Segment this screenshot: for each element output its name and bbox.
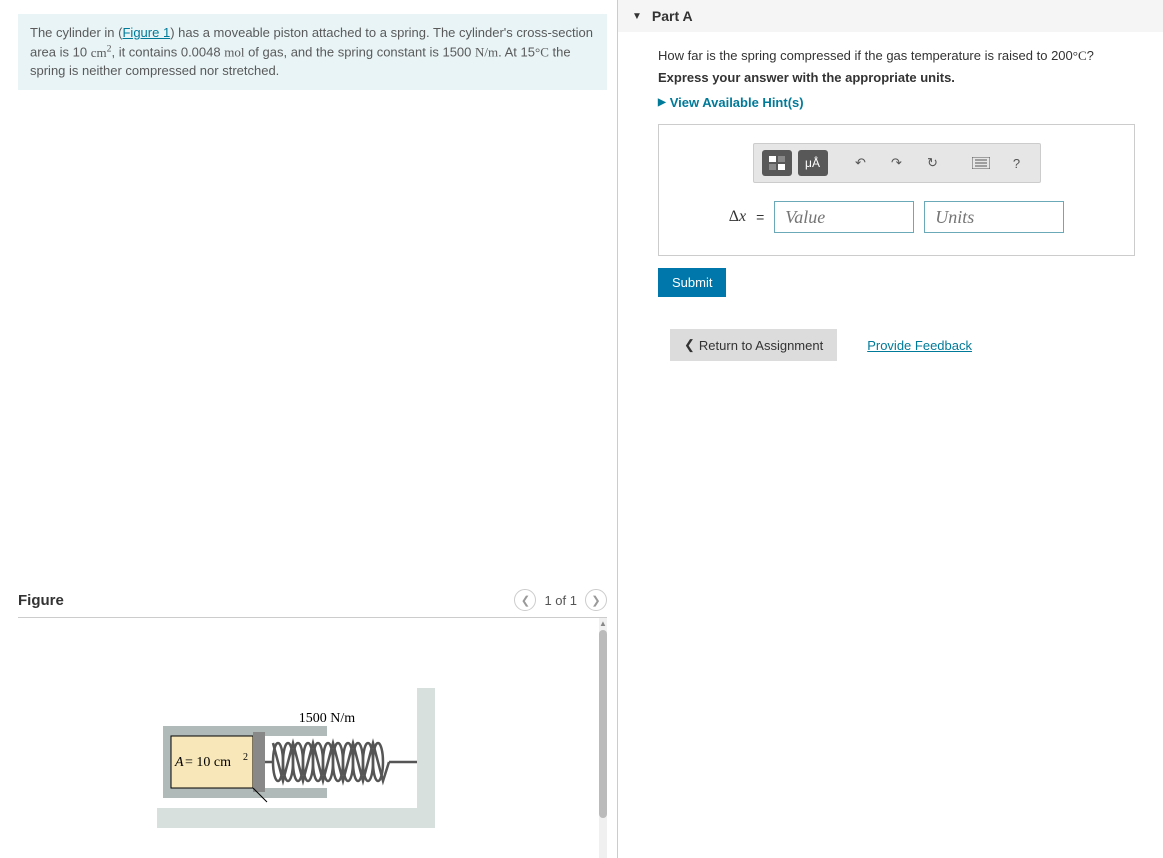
equation-toolbar: μÅ ↶ ↷ ↻ ?	[753, 143, 1041, 183]
figure-link[interactable]: Figure 1	[122, 25, 170, 40]
part-label: Part A	[652, 8, 693, 24]
undo-button[interactable]: ↶	[846, 150, 876, 176]
units-input[interactable]	[924, 201, 1064, 233]
problem-intro: The cylinder in (Figure 1) has a moveabl…	[18, 14, 607, 90]
reset-button[interactable]: ↻	[918, 150, 948, 176]
view-hints-link[interactable]: ▶ View Available Hint(s)	[658, 95, 1135, 110]
figure-scrollbar[interactable]: ▲	[599, 618, 607, 858]
svg-text:2: 2	[243, 752, 248, 763]
part-header[interactable]: ▼ Part A	[618, 0, 1163, 32]
keyboard-button[interactable]	[966, 150, 996, 176]
collapse-icon: ▼	[632, 11, 642, 22]
figure-title: Figure	[18, 592, 64, 609]
figure-prev-button[interactable]: ❮	[514, 589, 536, 611]
submit-button[interactable]: Submit	[658, 268, 726, 297]
variable-label: Δx	[729, 208, 746, 226]
area-label: A	[174, 755, 184, 770]
feedback-link[interactable]: Provide Feedback	[867, 338, 972, 353]
figure-counter: 1 of 1	[544, 593, 577, 608]
redo-button[interactable]: ↷	[882, 150, 912, 176]
value-input[interactable]	[774, 201, 914, 233]
template-button[interactable]	[762, 150, 792, 176]
chevron-left-icon: ❮	[684, 337, 695, 353]
question-text: How far is the spring compressed if the …	[658, 48, 1135, 64]
svg-text:1500 N/m: 1500 N/m	[298, 711, 355, 726]
figure-next-button[interactable]: ❯	[585, 589, 607, 611]
return-button[interactable]: ❮ Return to Assignment	[670, 329, 837, 361]
svg-text:= 10 cm: = 10 cm	[185, 755, 231, 770]
answer-instruction: Express your answer with the appropriate…	[658, 70, 1135, 85]
equals-sign: =	[756, 209, 764, 225]
units-button[interactable]: μÅ	[798, 150, 828, 176]
figure-diagram: 1500 N/m A = 10 cm 2	[18, 618, 595, 858]
answer-box: μÅ ↶ ↷ ↻ ? Δx =	[658, 124, 1135, 256]
chevron-right-icon: ▶	[658, 97, 666, 108]
help-button[interactable]: ?	[1002, 150, 1032, 176]
